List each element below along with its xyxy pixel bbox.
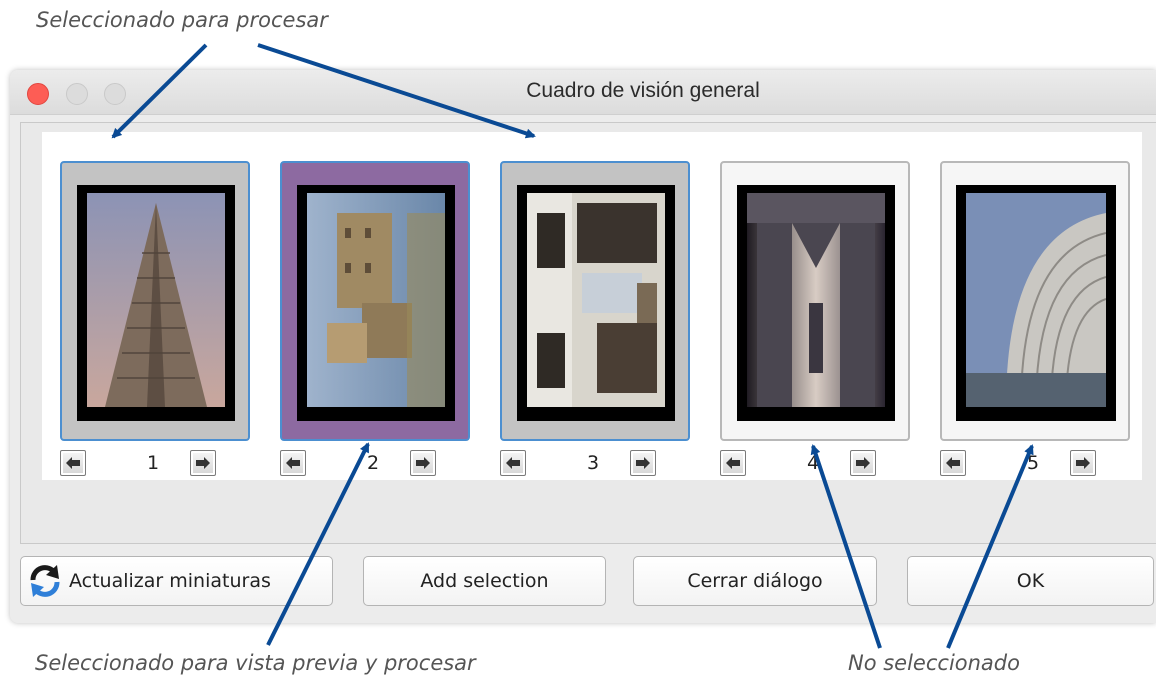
storefront-photo <box>527 193 665 407</box>
arch-photo <box>747 193 885 407</box>
frame-5-move-right-button[interactable] <box>1070 450 1096 476</box>
frame-2-thumbnail[interactable] <box>280 161 470 441</box>
annotation-not-selected: No seleccionado <box>848 651 1020 675</box>
arrow-right-icon <box>1076 457 1090 469</box>
frame-2-move-left-button[interactable] <box>280 450 306 476</box>
arrow-left-icon <box>286 457 300 469</box>
frame-3-number: 3 <box>586 452 600 474</box>
ok-button[interactable]: OK <box>907 556 1154 606</box>
frame-5-move-left-button[interactable] <box>940 450 966 476</box>
frame-2-number: 2 <box>366 452 380 474</box>
arrow-right-icon <box>856 457 870 469</box>
thumbnail-strip: 1 2 3 4 5 <box>42 132 1142 480</box>
frame-2-controls: 2 <box>280 450 470 480</box>
frame-1-image <box>77 185 235 421</box>
frame-5-controls: 5 <box>940 450 1130 480</box>
frame-4-move-left-button[interactable] <box>720 450 746 476</box>
frame-3-move-left-button[interactable] <box>500 450 526 476</box>
close-dialog-button[interactable]: Cerrar diálogo <box>633 556 877 606</box>
frame-4-number: 4 <box>806 452 820 474</box>
title-bar: Cuadro de visión general <box>10 70 1156 115</box>
frame-2-image <box>297 185 455 421</box>
arrow-right-icon <box>416 457 430 469</box>
annotation-selected-for-processing: Seleccionado para procesar <box>36 8 328 32</box>
frame-4-image <box>737 185 895 421</box>
window-title: Cuadro de visión general <box>526 79 760 102</box>
annotation-selected-for-preview: Seleccionado para vista previa y procesa… <box>35 651 476 675</box>
frame-1-move-left-button[interactable] <box>60 450 86 476</box>
frame-1-number: 1 <box>146 452 160 474</box>
arrow-left-icon <box>506 457 520 469</box>
frame-3-image <box>517 185 675 421</box>
arrow-left-icon <box>66 457 80 469</box>
overview-dialog: Cuadro de visión general 1 2 3 4 5 Actua… <box>10 70 1156 623</box>
refresh-icon <box>30 565 60 597</box>
frame-3-move-right-button[interactable] <box>630 450 656 476</box>
frame-5-number: 5 <box>1026 452 1040 474</box>
thumbnail-group: 1 2 3 4 5 <box>20 122 1156 544</box>
amphitheater-photo <box>966 193 1106 407</box>
arrow-right-icon <box>196 457 210 469</box>
arrow-left-icon <box>726 457 740 469</box>
frame-4-move-right-button[interactable] <box>850 450 876 476</box>
frame-1-thumbnail[interactable] <box>60 161 250 441</box>
frame-4-controls: 4 <box>720 450 910 480</box>
frame-3-thumbnail[interactable] <box>500 161 690 441</box>
arrow-left-icon <box>946 457 960 469</box>
frame-2-move-right-button[interactable] <box>410 450 436 476</box>
castle-photo <box>307 193 445 407</box>
arrow-right-icon <box>636 457 650 469</box>
frame-1-move-right-button[interactable] <box>190 450 216 476</box>
frame-4-thumbnail[interactable] <box>720 161 910 441</box>
frame-5-image <box>956 185 1116 421</box>
frame-5-thumbnail[interactable] <box>940 161 1130 441</box>
frame-3-controls: 3 <box>500 450 690 480</box>
pyramid-photo <box>87 193 225 407</box>
frame-1-controls: 1 <box>60 450 250 480</box>
add-selection-button[interactable]: Add selection <box>363 556 606 606</box>
refresh-thumbnails-button[interactable]: Actualizar miniaturas <box>20 556 333 606</box>
refresh-thumbnails-label: Actualizar miniaturas <box>69 570 271 592</box>
